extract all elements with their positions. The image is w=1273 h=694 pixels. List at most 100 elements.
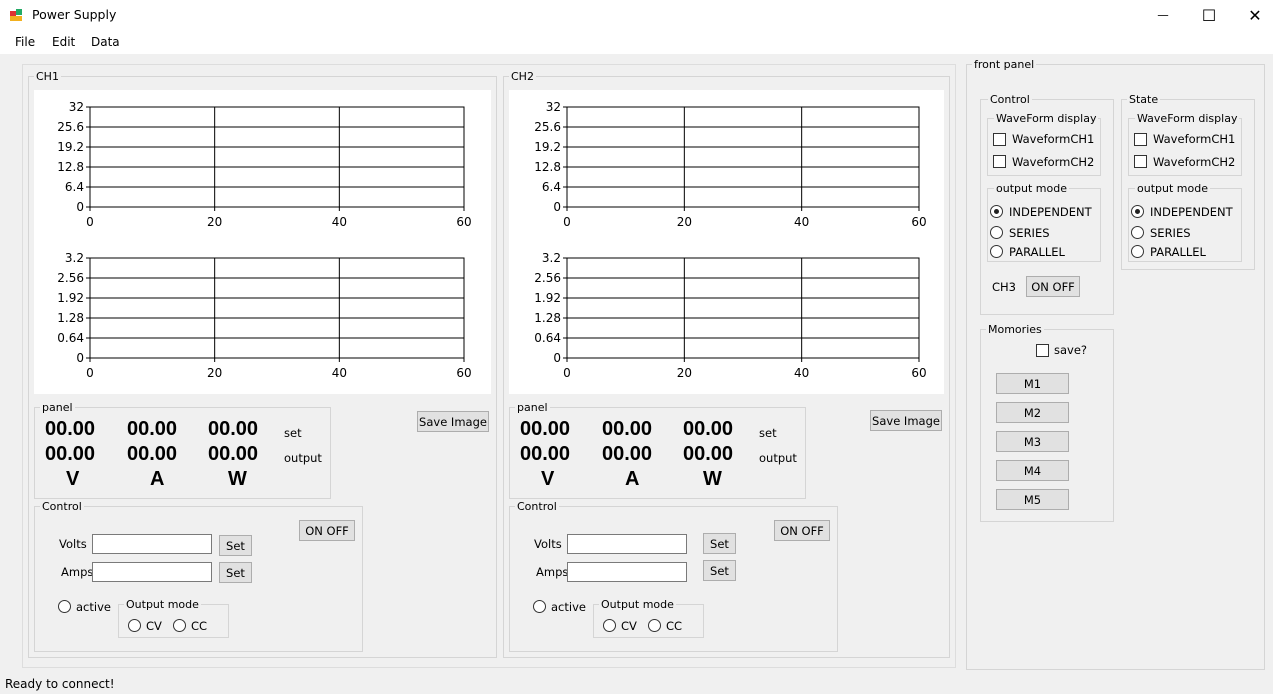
ch1-set-volts: 00.00 xyxy=(45,418,96,440)
fp-state-series-radio[interactable] xyxy=(1131,226,1144,239)
close-button[interactable]: ✕ xyxy=(1232,0,1273,30)
fp-control-parallel-label: PARALLEL xyxy=(1009,245,1065,259)
ch2-amps-label: Amps xyxy=(536,565,569,579)
fp-memory-m5-button[interactable]: M5 xyxy=(996,489,1069,510)
fp-ch3-label: CH3 xyxy=(992,280,1016,294)
ch1-current-chart-y-tick-label: 3.2 xyxy=(65,251,84,265)
fp-control-series-label: SERIES xyxy=(1009,226,1050,240)
window-title: Power Supply xyxy=(32,7,117,22)
ch1-control-label: Control xyxy=(40,500,84,513)
ch2-volts-label: Volts xyxy=(534,537,562,551)
ch1-unit-a: A xyxy=(150,468,165,490)
ch2-cc-radio[interactable] xyxy=(648,619,661,632)
ch1-set-label: set xyxy=(284,426,302,440)
fp-state-independent-radio[interactable] xyxy=(1131,205,1144,218)
ch2-volts-input[interactable] xyxy=(567,534,687,554)
menu-edit[interactable]: Edit xyxy=(52,35,75,49)
fp-control-wf-ch2-checkbox[interactable] xyxy=(993,155,1006,168)
fp-state-parallel-radio[interactable] xyxy=(1131,245,1144,258)
ch2-current-chart-y-tick-label: 0.64 xyxy=(534,331,561,345)
ch2-unit-w: W xyxy=(703,468,722,490)
ch2-save-image-button[interactable]: Save Image xyxy=(870,410,942,431)
fp-memory-m4-button[interactable]: M4 xyxy=(996,460,1069,481)
ch1-cc-radio[interactable] xyxy=(173,619,186,632)
fp-save-checkbox[interactable] xyxy=(1036,344,1049,357)
ch2-set-watts: 00.00 xyxy=(683,418,734,440)
ch2-current-chart: 0 20 40 60 3.2 2.56 1.92 1.28 0.64 0 xyxy=(534,251,926,380)
ch1-output-label: output xyxy=(284,451,322,465)
ch1-current-chart: 0 20 40 60 3.2 2.56 1.92 1.28 0.64 0 xyxy=(57,251,471,380)
ch1-label: CH1 xyxy=(34,70,61,83)
ch2-output-watts: 00.00 xyxy=(683,443,734,465)
fp-save-label: save? xyxy=(1054,343,1088,357)
fp-control-independent-radio[interactable] xyxy=(990,205,1003,218)
ch2-current-chart-y-tick-label: 3.2 xyxy=(542,251,561,265)
fp-control-wf-ch1-label: WaveformCH1 xyxy=(1012,132,1095,146)
ch1-volts-input[interactable] xyxy=(92,534,212,554)
ch1-volts-label: Volts xyxy=(59,537,87,551)
fp-state-wf-ch2-label: WaveformCH2 xyxy=(1153,155,1236,169)
ch1-voltage-chart-y-tick-label: 12.8 xyxy=(57,160,84,174)
ch2-active-radio[interactable] xyxy=(533,600,546,613)
fp-state-wf-ch1-checkbox[interactable] xyxy=(1134,133,1147,146)
ch1-output-watts: 00.00 xyxy=(208,443,259,465)
fp-control-series-radio[interactable] xyxy=(990,226,1003,239)
menu-file[interactable]: File xyxy=(15,35,35,49)
ch1-amps-input[interactable] xyxy=(92,562,212,582)
fp-state-independent-label: INDEPENDENT xyxy=(1150,205,1233,219)
title-bar: Power Supply — ☐ ✕ xyxy=(0,0,1273,30)
ch2-plot-area: 0 20 40 60 32 25.6 19.2 12.8 6.4 0 0 20 40 60 3.2 2.56… xyxy=(509,90,944,394)
ch1-amps-set-button[interactable]: Set xyxy=(219,562,252,583)
maximize-button[interactable]: ☐ xyxy=(1186,0,1232,30)
ch2-cc-label: CC xyxy=(666,619,683,633)
ch2-voltage-chart-y-tick-label: 32 xyxy=(546,100,561,114)
fp-state-parallel-label: PARALLEL xyxy=(1150,245,1206,259)
fp-control-parallel-radio[interactable] xyxy=(990,245,1003,258)
ch2-set-amps: 00.00 xyxy=(602,418,653,440)
ch1-cv-radio[interactable] xyxy=(128,619,141,632)
ch1-voltage-chart-x-tick-label: 40 xyxy=(332,215,347,229)
ch2-output-amps: 00.00 xyxy=(602,443,653,465)
fp-ch3-on-off-button[interactable]: ON OFF xyxy=(1026,276,1080,297)
ch1-output-volts: 00.00 xyxy=(45,443,96,465)
ch2-cv-radio[interactable] xyxy=(603,619,616,632)
fp-memory-m1-button[interactable]: M1 xyxy=(996,373,1069,394)
app-icon xyxy=(9,8,23,22)
ch1-current-chart-x-tick-label: 40 xyxy=(332,366,347,380)
ch1-current-chart-y-tick-label: 1.92 xyxy=(57,291,84,305)
ch1-current-chart-y-tick-label: 0 xyxy=(76,351,84,365)
ch2-current-chart-y-tick-label: 1.28 xyxy=(534,311,561,325)
ch2-control-label: Control xyxy=(515,500,559,513)
ch2-amps-set-button[interactable]: Set xyxy=(703,560,736,581)
ch1-on-off-button[interactable]: ON OFF xyxy=(299,520,355,541)
ch2-amps-input[interactable] xyxy=(567,562,687,582)
fp-memory-m3-button[interactable]: M3 xyxy=(996,431,1069,452)
ch1-active-radio[interactable] xyxy=(58,600,71,613)
fp-state-waveform-label: WaveForm display xyxy=(1135,112,1240,125)
fp-control-wf-ch1-checkbox[interactable] xyxy=(993,133,1006,146)
ch1-cc-label: CC xyxy=(191,619,208,633)
ch1-voltage-chart-x-tick-label: 0 xyxy=(86,215,94,229)
menu-data[interactable]: Data xyxy=(91,35,120,49)
ch1-volts-set-button[interactable]: Set xyxy=(219,535,252,556)
minimize-button[interactable]: — xyxy=(1140,0,1186,30)
ch2-voltage-chart-x-tick-label: 60 xyxy=(911,215,926,229)
ch2-voltage-chart-x-tick-label: 0 xyxy=(563,215,571,229)
fp-state-wf-ch2-checkbox[interactable] xyxy=(1134,155,1147,168)
ch1-current-chart-y-tick-label: 0.64 xyxy=(57,331,84,345)
ch1-output-amps: 00.00 xyxy=(127,443,178,465)
ch2-output-mode-label: Output mode xyxy=(599,598,676,611)
ch1-voltage-chart-y-tick-label: 32 xyxy=(69,100,84,114)
ch1-save-image-button[interactable]: Save Image xyxy=(417,411,489,432)
ch2-on-off-button[interactable]: ON OFF xyxy=(774,520,830,541)
ch1-voltage-chart-y-tick-label: 6.4 xyxy=(65,180,84,194)
ch2-volts-set-button[interactable]: Set xyxy=(703,533,736,554)
ch2-unit-v: V xyxy=(541,468,555,490)
fp-memory-m2-button[interactable]: M2 xyxy=(996,402,1069,423)
fp-control-independent-label: INDEPENDENT xyxy=(1009,205,1092,219)
ch1-cv-label: CV xyxy=(146,619,162,633)
ch1-unit-v: V xyxy=(66,468,80,490)
ch2-current-chart-x-tick-label: 20 xyxy=(677,366,692,380)
front-panel-label: front panel xyxy=(972,58,1037,71)
ch2-active-label: active xyxy=(551,600,586,614)
